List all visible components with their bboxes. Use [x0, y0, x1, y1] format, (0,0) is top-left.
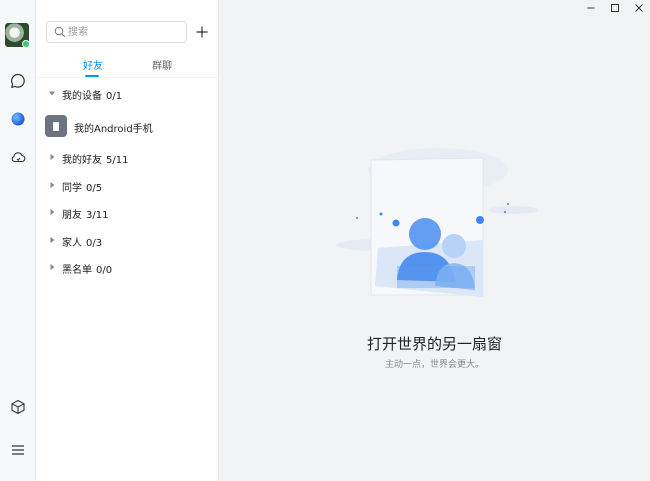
- minimize-button[interactable]: [584, 2, 598, 14]
- cloud-icon[interactable]: [8, 147, 28, 167]
- chevron-down-icon: [49, 91, 55, 96]
- chevron-right-icon: [50, 264, 55, 270]
- add-button[interactable]: [193, 22, 211, 42]
- minimize-icon: [587, 7, 595, 9]
- contact-panel: 好友 群聊 我的设备 0/1 我的Android手机 我的好友 5/11 同学 0/5…: [36, 0, 219, 481]
- group-blacklist[interactable]: 黑名单 0/0: [36, 257, 219, 279]
- group-friends[interactable]: 朋友 3/11: [36, 202, 219, 224]
- qq-space-icon[interactable]: [8, 109, 28, 129]
- group-family[interactable]: 家人 0/3: [36, 230, 219, 252]
- group-name: 我的好友: [62, 155, 102, 166]
- group-my-friends[interactable]: 我的好友 5/11: [36, 147, 219, 169]
- contacts-illustration: [336, 148, 538, 297]
- group-name: 家人: [62, 238, 82, 249]
- group-name: 黑名单: [62, 265, 92, 276]
- search-input[interactable]: [68, 24, 182, 40]
- group-my-devices[interactable]: 我的设备 0/1: [36, 83, 219, 105]
- online-status-dot: [22, 40, 30, 48]
- group-count: 0/1: [106, 91, 123, 102]
- menu-icon[interactable]: [8, 440, 28, 460]
- contact-tabs: 好友 群聊: [36, 52, 219, 78]
- search-box[interactable]: [46, 21, 187, 43]
- maximize-icon: [611, 4, 619, 12]
- cube-icon[interactable]: [8, 397, 28, 417]
- chevron-right-icon: [50, 237, 55, 243]
- chevron-right-icon: [50, 154, 55, 160]
- device-name: 我的Android手机: [74, 124, 153, 135]
- group-count: 3/11: [86, 210, 109, 221]
- tab-groups[interactable]: 群聊: [152, 57, 172, 72]
- active-tab-indicator: [85, 75, 99, 77]
- group-classmates[interactable]: 同学 0/5: [36, 175, 219, 197]
- empty-state-subtitle: 主动一点，世界会更大。: [384, 360, 484, 370]
- chevron-right-icon: [50, 209, 55, 215]
- group-count: 0/0: [96, 265, 113, 276]
- empty-state-title: 打开世界的另一扇窗: [366, 335, 502, 353]
- close-icon: [635, 4, 643, 12]
- device-item[interactable]: 我的Android手机: [36, 113, 219, 139]
- phone-icon: [45, 115, 67, 137]
- group-name: 同学: [62, 183, 82, 194]
- group-count: 0/5: [86, 183, 103, 194]
- main-area: 打开世界的另一扇窗 主动一点，世界会更大。: [219, 0, 650, 481]
- left-rail: [0, 0, 36, 481]
- group-count: 0/3: [86, 238, 103, 249]
- close-button[interactable]: [632, 2, 646, 14]
- group-count: 5/11: [106, 155, 129, 166]
- tab-friends[interactable]: 好友: [83, 57, 103, 72]
- message-icon[interactable]: [8, 71, 28, 91]
- plus-icon: [196, 26, 208, 38]
- group-name: 朋友: [62, 210, 82, 221]
- chevron-right-icon: [50, 182, 55, 188]
- search-icon: [54, 26, 66, 38]
- maximize-button[interactable]: [608, 2, 622, 14]
- group-name: 我的设备: [62, 91, 102, 102]
